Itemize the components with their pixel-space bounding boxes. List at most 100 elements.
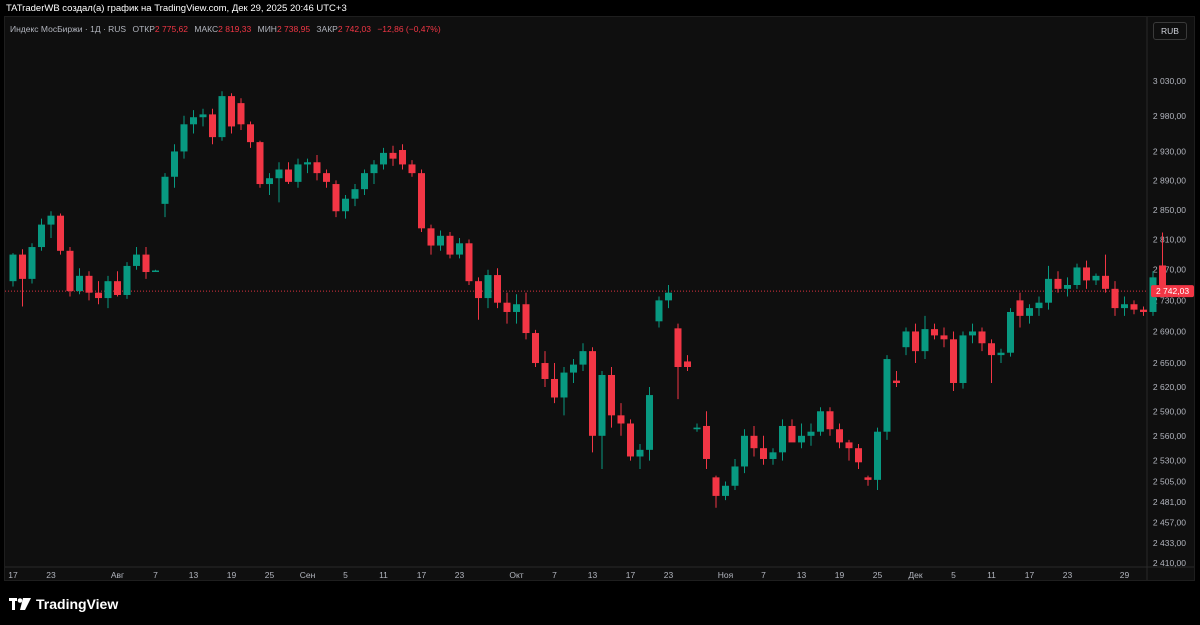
candle — [1130, 300, 1138, 315]
high-value: 2 819,33 — [218, 24, 252, 34]
candle-body — [351, 189, 359, 199]
candle-body — [209, 114, 216, 138]
candle — [199, 108, 207, 127]
candle-body — [731, 466, 739, 486]
candle-body — [1035, 302, 1043, 309]
candle — [323, 169, 330, 188]
candle — [589, 347, 596, 453]
candle-body — [750, 435, 758, 449]
candle — [864, 475, 872, 486]
candle — [703, 411, 710, 469]
x-tick-label: 23 — [455, 570, 465, 580]
x-tick-label: 23 — [664, 570, 674, 580]
symbol-label: Индекс МосБиржи · 1Д · RUS — [10, 24, 127, 34]
candle — [1035, 296, 1043, 316]
candle-body — [627, 423, 634, 457]
close-value: 2 742,03 — [337, 24, 371, 34]
candle — [370, 160, 378, 185]
candle — [57, 213, 64, 255]
candle — [769, 448, 777, 465]
candle — [66, 247, 74, 297]
candle-body — [560, 372, 568, 398]
candle — [484, 269, 492, 309]
candle-body — [1121, 304, 1128, 309]
candle-body — [465, 243, 473, 282]
candle-body — [57, 215, 64, 251]
candle-body — [494, 275, 501, 303]
candle — [817, 407, 824, 436]
y-tick-label: 2 930,00 — [1153, 146, 1186, 156]
candle-body — [874, 431, 881, 480]
candle-body — [589, 351, 596, 436]
candle-body — [266, 178, 273, 185]
candle-body — [674, 328, 682, 368]
candle-body — [1007, 311, 1014, 353]
candle — [1121, 296, 1128, 316]
candle — [798, 423, 805, 449]
x-tick-label: 29 — [1120, 570, 1130, 580]
candle-body — [959, 335, 967, 383]
candle-body — [370, 164, 378, 174]
candle-body — [788, 425, 796, 443]
candle-body — [988, 343, 995, 356]
candle — [931, 323, 938, 340]
y-tick-label: 2 620,00 — [1153, 382, 1186, 392]
x-tick-label: 13 — [588, 570, 598, 580]
candle — [551, 363, 558, 404]
currency-button[interactable]: RUB — [1153, 22, 1187, 40]
candle — [921, 315, 929, 360]
candle — [978, 327, 986, 352]
candle-body — [1026, 308, 1033, 316]
candle-body — [171, 151, 178, 177]
y-tick-label: 2 810,00 — [1153, 235, 1186, 245]
x-tick-label: 7 — [552, 570, 557, 580]
candle — [275, 162, 283, 203]
candle — [351, 184, 359, 207]
candle-body — [522, 304, 530, 334]
candle — [28, 243, 36, 284]
tradingview-logo-icon — [9, 598, 31, 610]
candle — [570, 359, 577, 383]
candle-body — [437, 235, 444, 246]
y-tick-label: 2 650,00 — [1153, 358, 1186, 368]
candle — [855, 444, 862, 469]
candle-body — [997, 352, 1005, 356]
y-tick-label: 2 560,00 — [1153, 431, 1186, 441]
candle — [1111, 281, 1119, 316]
x-tick-label: 19 — [227, 570, 237, 580]
price-chart[interactable]: 3 030,00 2 980,00 2 930,00 2 890,00 2 850,00… — [0, 0, 1200, 625]
candle-body — [95, 292, 102, 299]
candle — [788, 419, 796, 443]
candle — [446, 232, 454, 259]
candle — [598, 370, 606, 469]
candle — [85, 271, 93, 301]
y-tick-label: 2 770,00 — [1153, 265, 1186, 275]
change-value: −12,86 (−0,47%) — [377, 24, 441, 34]
candle — [313, 155, 321, 181]
candle-body — [427, 228, 435, 246]
candle-body — [883, 359, 891, 432]
candle — [741, 429, 748, 474]
candle — [902, 327, 910, 356]
tradingview-logo[interactable]: TradingView — [9, 596, 118, 612]
candle — [608, 367, 615, 428]
x-tick-label: Ноя — [718, 570, 734, 580]
candle — [513, 294, 520, 324]
candle-body — [285, 169, 292, 182]
candle-body — [598, 374, 606, 436]
candle-body — [1130, 304, 1138, 310]
candle — [76, 268, 83, 295]
y-tick-label: 2 850,00 — [1153, 205, 1186, 215]
x-tick-label: 17 — [626, 570, 636, 580]
candle — [646, 387, 653, 461]
candle — [171, 144, 178, 188]
x-tick-label: Дек — [908, 570, 922, 580]
candle-body — [323, 173, 330, 182]
candle-body — [665, 292, 672, 301]
x-tick-label: 17 — [417, 570, 427, 580]
candle — [475, 277, 482, 320]
x-tick-label: Авг — [111, 570, 124, 580]
candle-body — [864, 477, 872, 480]
candle — [826, 407, 834, 436]
open-label: ОТКР — [132, 24, 155, 34]
